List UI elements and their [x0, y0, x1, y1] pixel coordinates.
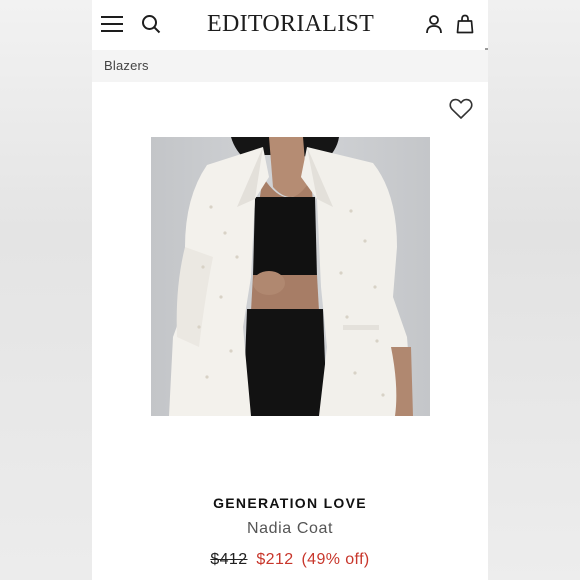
- mobile-page: EDITORIALIST Blazers GENERATION LOVE Nad…: [92, 0, 488, 580]
- product-photo[interactable]: [151, 137, 430, 416]
- shopping-bag-icon[interactable]: [453, 12, 477, 36]
- left-backdrop: [0, 0, 92, 580]
- breadcrumb-bar: Blazers: [92, 50, 488, 82]
- account-icon[interactable]: [422, 12, 446, 36]
- search-icon[interactable]: [139, 12, 163, 36]
- heart-icon[interactable]: [449, 98, 473, 120]
- original-price: $412: [210, 551, 248, 568]
- breadcrumb-link[interactable]: Blazers: [104, 58, 149, 73]
- discount-badge: (49% off): [301, 551, 370, 568]
- site-header: EDITORIALIST: [92, 0, 488, 48]
- product-brand[interactable]: GENERATION LOVE: [92, 495, 488, 511]
- sale-price: $212: [256, 551, 294, 568]
- logo-text: EDITORIALIST: [207, 11, 375, 37]
- price-row: $412 $212 (49% off): [92, 551, 488, 569]
- site-logo[interactable]: EDITORIALIST: [207, 10, 375, 38]
- right-backdrop: [488, 0, 580, 580]
- product-name[interactable]: Nadia Coat: [92, 520, 488, 538]
- menu-icon[interactable]: [100, 12, 124, 36]
